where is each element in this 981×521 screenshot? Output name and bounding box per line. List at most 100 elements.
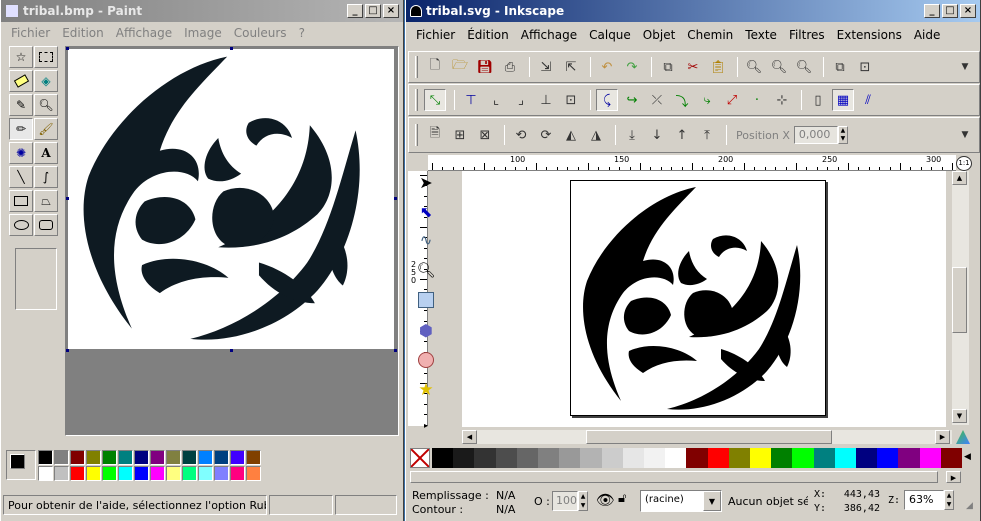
tweak-tool[interactable]: ∿ (414, 228, 438, 252)
spin-arrows-icon[interactable]: ▲ ▼ (578, 491, 588, 511)
fill-tool[interactable]: ◈ (34, 70, 58, 92)
toolbar-grip[interactable] (415, 124, 418, 146)
palette-swatch[interactable] (644, 448, 666, 468)
snap-bbox-icon[interactable]: ⊤ (460, 89, 482, 111)
toolbar-grip[interactable] (415, 56, 418, 78)
clone-icon[interactable]: ⊡ (854, 56, 876, 78)
menu-extensions[interactable]: Extensions (831, 28, 908, 42)
palette-swatch[interactable] (538, 448, 560, 468)
resize-handle[interactable] (66, 197, 69, 200)
ellipse-tool[interactable] (9, 214, 33, 236)
picker-tool[interactable]: ✎ (9, 94, 33, 116)
scroll-down-icon[interactable]: ▼ (952, 409, 967, 423)
menu-objet[interactable]: Objet (637, 28, 681, 42)
snap-bbox-mid-icon[interactable]: ⊥ (535, 89, 557, 111)
toolbar-overflow-icon[interactable]: ▼ (954, 56, 976, 78)
eraser-tool[interactable] (9, 70, 33, 92)
palette-swatch[interactable] (601, 448, 623, 468)
palette-swatch[interactable] (856, 448, 878, 468)
palette-swatch[interactable] (150, 450, 165, 465)
zoom-1-1-icon[interactable]: 1:1 (956, 156, 972, 171)
horizontal-ruler[interactable]: 100 150 200 250 300 (428, 155, 956, 171)
palette-swatch[interactable] (166, 466, 181, 481)
opacity-input[interactable]: 100 (552, 491, 578, 511)
scroll-right-icon[interactable]: ▶ (935, 430, 950, 444)
new-document-icon[interactable]: 🗋︎ (424, 56, 446, 78)
palette-swatch[interactable] (54, 466, 69, 481)
palette-swatch[interactable] (771, 448, 793, 468)
select-all-icon[interactable]: 🗎︎ (424, 124, 446, 146)
free-select-tool[interactable]: ☆ (9, 46, 33, 68)
palette-swatch[interactable] (728, 448, 751, 468)
palette-swatch[interactable] (134, 466, 149, 481)
palette-swatch[interactable] (898, 448, 920, 468)
import-icon[interactable]: ⇲ (535, 56, 557, 78)
save-icon[interactable]: 💾︎ (474, 56, 496, 78)
palette-swatch[interactable] (70, 466, 85, 481)
spin-arrows-icon[interactable]: ▲ ▼ (837, 126, 848, 144)
redo-icon[interactable]: ↷ (621, 56, 643, 78)
color-management-icon[interactable] (956, 430, 970, 444)
rounded-rect-tool[interactable] (34, 214, 58, 236)
palette-swatch[interactable] (230, 450, 245, 465)
palette-swatch[interactable] (134, 450, 149, 465)
palette-swatch[interactable] (86, 450, 101, 465)
palette-swatch[interactable] (940, 448, 963, 468)
resize-handle[interactable] (230, 349, 233, 352)
stroke-value[interactable]: N/A (496, 503, 515, 516)
palette-swatch[interactable] (214, 450, 229, 465)
snap-enable-icon[interactable]: ⤡ (424, 89, 446, 111)
brush-tool[interactable]: 🖌︎ (34, 118, 58, 140)
snap-bbox-edge-icon[interactable]: ⌞ (485, 89, 507, 111)
fill-value[interactable]: N/A (496, 489, 515, 502)
palette-swatch[interactable] (182, 466, 197, 481)
current-colors[interactable] (6, 450, 36, 480)
palette-swatch[interactable] (580, 448, 602, 468)
flip-horizontal-icon[interactable]: ◭ (560, 124, 582, 146)
horizontal-scroll-thumb[interactable] (586, 430, 832, 444)
resize-handle[interactable] (394, 197, 397, 200)
position-x-spinbox[interactable]: 0,000 ▲ ▼ (793, 125, 848, 145)
duplicate-icon[interactable]: ⧉ (829, 56, 851, 78)
palette-swatch[interactable] (198, 450, 213, 465)
menu-calque[interactable]: Calque (583, 28, 637, 42)
deselect-icon[interactable]: ⊠ (474, 124, 496, 146)
toolbox-more[interactable]: ▸ (414, 418, 438, 432)
export-icon[interactable]: ⇱ (560, 56, 582, 78)
menu-chemin[interactable]: Chemin (681, 28, 739, 42)
line-tool[interactable]: ╲ (9, 166, 33, 188)
palette-swatch[interactable] (559, 448, 581, 468)
tool-options-box[interactable] (15, 248, 57, 310)
menu-fichier[interactable]: Fichier (5, 26, 56, 40)
foreground-color[interactable] (10, 454, 25, 469)
undo-icon[interactable]: ↶ (596, 56, 618, 78)
lower-icon[interactable]: ↓ (646, 124, 668, 146)
inkscape-canvas[interactable] (462, 171, 946, 427)
palette-swatch[interactable] (102, 466, 117, 481)
copy-icon[interactable]: ⧉ (657, 56, 679, 78)
menu-couleurs[interactable]: Couleurs (228, 26, 293, 40)
rectangle-tool[interactable] (9, 190, 33, 212)
palette-swatch[interactable] (38, 450, 53, 465)
minimize-button[interactable]: _ (347, 4, 363, 18)
menu-affichage[interactable]: Affichage (110, 26, 178, 40)
palette-scroll-right-icon[interactable]: ▶ (946, 471, 961, 483)
paint-canvas[interactable] (68, 49, 394, 349)
palette-swatch[interactable] (198, 466, 213, 481)
menu-fichier[interactable]: Fichier (410, 28, 461, 42)
lock-icon[interactable]: 🔓︎ (618, 491, 626, 506)
palette-swatch[interactable] (86, 466, 101, 481)
snap-bbox-center-icon[interactable]: ⊡ (560, 89, 582, 111)
maximize-button[interactable]: □ (942, 4, 958, 18)
palette-swatch[interactable] (214, 466, 229, 481)
rotate-ccw-icon[interactable]: ⟲ (510, 124, 532, 146)
snap-intersection-icon[interactable]: ⤫ (646, 89, 668, 111)
minimize-button[interactable]: _ (924, 4, 940, 18)
position-x-input[interactable]: 0,000 (793, 126, 838, 144)
rect-select-tool[interactable] (34, 46, 58, 68)
zoom-input[interactable]: 63% (904, 490, 944, 510)
snap-guide-icon[interactable]: ⫽ (857, 89, 879, 111)
palette-scrollbar[interactable] (410, 471, 938, 483)
palette-swatch[interactable] (813, 448, 835, 468)
select-all-layers-icon[interactable]: ⊞ (449, 124, 471, 146)
